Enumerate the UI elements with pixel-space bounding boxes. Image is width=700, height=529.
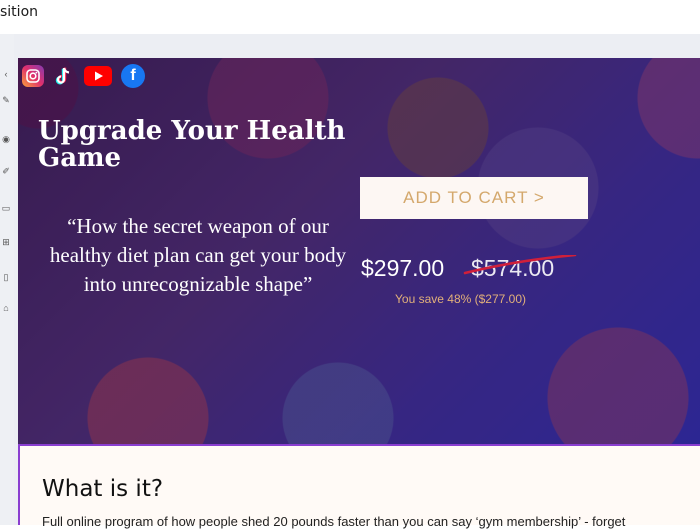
page-icon[interactable]: ▯ bbox=[1, 271, 11, 283]
hero-headline: Upgrade Your Health Game bbox=[38, 116, 346, 173]
what-is-it-section: What is it? Full online program of how p… bbox=[18, 444, 700, 529]
tiktok-icon[interactable] bbox=[53, 65, 75, 87]
hero-quote: “How the secret weapon of our healthy di… bbox=[49, 214, 347, 296]
eye-icon[interactable]: ◉ bbox=[1, 133, 11, 145]
section-title: What is it? bbox=[42, 476, 164, 502]
grid-icon[interactable]: ⊞ bbox=[1, 236, 11, 248]
tag-icon[interactable]: ⌂ bbox=[1, 302, 11, 314]
youtube-icon[interactable] bbox=[84, 66, 112, 86]
left-toolbar: ‹ ✎ ◉ ✐ ▭ ⊞ ▯ ⌂ bbox=[0, 34, 14, 525]
brush-icon[interactable]: ✐ bbox=[1, 165, 11, 177]
strikethrough-line bbox=[463, 255, 577, 275]
hero-banner: f Upgrade Your Health Game “How the secr… bbox=[18, 58, 700, 444]
window-titlebar: sition bbox=[0, 0, 700, 34]
savings-text: You save 48% ($277.00) bbox=[395, 292, 526, 306]
pen-icon[interactable]: ✎ bbox=[1, 94, 11, 106]
facebook-icon[interactable]: f bbox=[121, 64, 145, 88]
page-canvas: f Upgrade Your Health Game “How the secr… bbox=[18, 58, 700, 529]
instagram-icon[interactable] bbox=[22, 65, 44, 87]
price-row: $297.00 $574.00 bbox=[361, 255, 591, 285]
section-body: Full online program of how people shed 2… bbox=[42, 514, 626, 529]
window-title: sition bbox=[0, 4, 39, 20]
sale-price: $297.00 bbox=[361, 255, 445, 281]
add-to-cart-button[interactable]: ADD TO CART > bbox=[360, 177, 588, 219]
file-icon[interactable]: ▭ bbox=[1, 202, 11, 214]
chevron-icon[interactable]: ‹ bbox=[1, 68, 11, 80]
social-icons: f bbox=[22, 64, 145, 88]
